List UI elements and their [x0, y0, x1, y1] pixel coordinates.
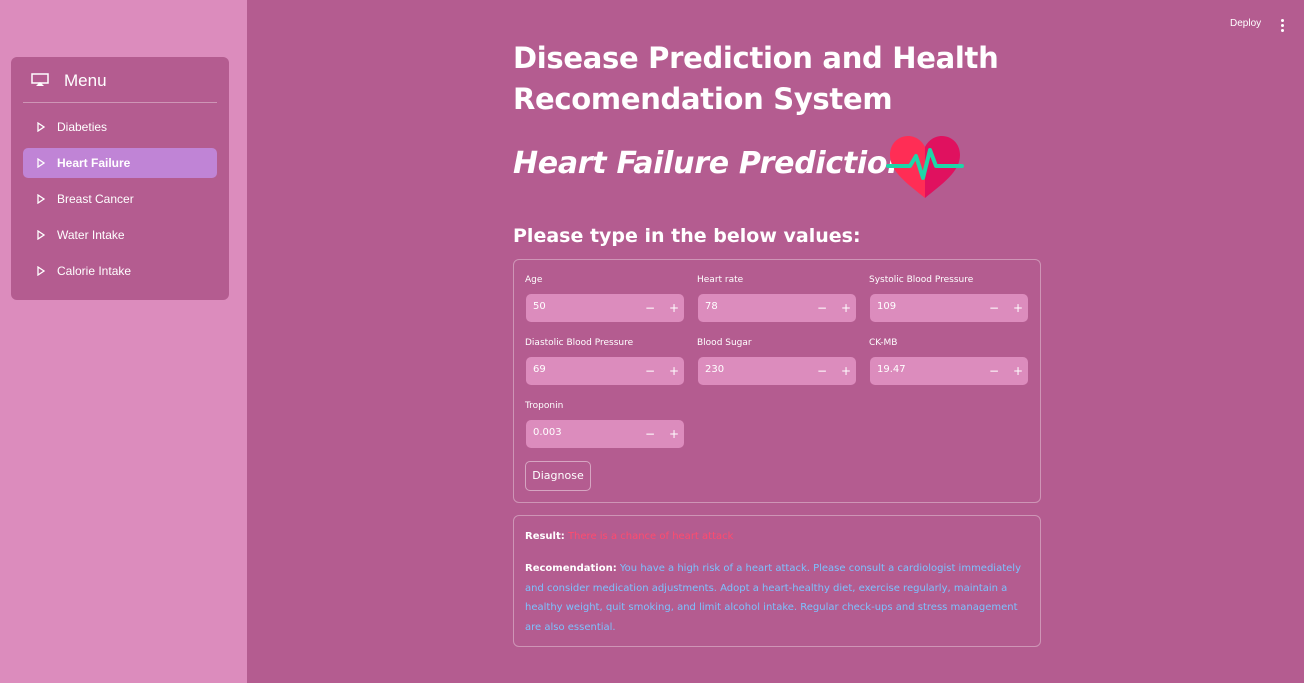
- sidebar-item-heart-failure[interactable]: Heart Failure: [23, 148, 217, 178]
- heart-pulse-icon: [886, 136, 964, 198]
- sidebar-item-label: Water Intake: [57, 228, 125, 242]
- recommendation: Recomendation: You have a high risk of a…: [525, 559, 1035, 637]
- recommendation-label: Recomendation:: [525, 563, 617, 574]
- result-panel: Result: There is a chance of heart attac…: [513, 515, 1041, 647]
- page-subtitle: Heart Failure Prediction: [513, 146, 909, 181]
- sidebar-item-label: Breast Cancer: [57, 192, 134, 206]
- decrement-button[interactable]: −: [643, 300, 657, 316]
- decrement-button[interactable]: −: [643, 363, 657, 379]
- increment-button[interactable]: +: [667, 363, 681, 379]
- diastolic-bp-value[interactable]: 69: [533, 364, 546, 375]
- decrement-button[interactable]: −: [643, 426, 657, 442]
- troponin-value[interactable]: 0.003: [533, 427, 562, 438]
- decrement-button[interactable]: −: [987, 300, 1001, 316]
- sidebar-menu: Menu Diabeties Heart Failure Breast Canc…: [11, 57, 229, 300]
- ck-mb-value[interactable]: 19.47: [877, 364, 906, 375]
- sidebar: Menu Diabeties Heart Failure Breast Canc…: [0, 0, 247, 683]
- sidebar-item-breast-cancer[interactable]: Breast Cancer: [23, 184, 217, 214]
- kebab-menu-icon[interactable]: [1278, 19, 1286, 33]
- ck-mb-label: CK-MB: [869, 338, 898, 348]
- decrement-button[interactable]: −: [815, 363, 829, 379]
- result-line: Result: There is a chance of heart attac…: [525, 531, 733, 542]
- blood-sugar-value[interactable]: 230: [705, 364, 724, 375]
- sidebar-item-water-intake[interactable]: Water Intake: [23, 220, 217, 250]
- triangle-right-icon: [37, 158, 45, 168]
- blood-sugar-input[interactable]: 230 − +: [698, 357, 856, 385]
- systolic-bp-input[interactable]: 109 − +: [870, 294, 1028, 322]
- input-form: Age 50 − + Heart rate 78 − + Systolic Bl…: [513, 259, 1041, 503]
- heart-rate-input[interactable]: 78 − +: [698, 294, 856, 322]
- sidebar-item-diabeties[interactable]: Diabeties: [23, 112, 217, 142]
- age-input[interactable]: 50 − +: [526, 294, 684, 322]
- result-text: There is a chance of heart attack: [567, 531, 734, 542]
- form-prompt: Please type in the below values:: [513, 225, 861, 247]
- deploy-button[interactable]: Deploy: [1230, 18, 1261, 29]
- result-label: Result:: [525, 531, 565, 542]
- systolic-bp-value[interactable]: 109: [877, 301, 896, 312]
- diastolic-bp-input[interactable]: 69 − +: [526, 357, 684, 385]
- sidebar-item-label: Calorie Intake: [57, 264, 132, 278]
- age-label: Age: [525, 275, 543, 285]
- diastolic-bp-label: Diastolic Blood Pressure: [525, 338, 634, 348]
- menu-title: Menu: [64, 71, 107, 90]
- increment-button[interactable]: +: [1011, 300, 1025, 316]
- triangle-right-icon: [37, 266, 45, 276]
- blood-sugar-label: Blood Sugar: [697, 338, 752, 348]
- sidebar-item-label: Heart Failure: [57, 156, 131, 170]
- sidebar-item-label: Diabeties: [57, 120, 108, 134]
- monitor-icon: [31, 73, 49, 86]
- increment-button[interactable]: +: [1011, 363, 1025, 379]
- diagnose-button[interactable]: Diagnose: [525, 461, 591, 491]
- increment-button[interactable]: +: [839, 300, 853, 316]
- decrement-button[interactable]: −: [815, 300, 829, 316]
- increment-button[interactable]: +: [839, 363, 853, 379]
- page-title: Disease Prediction and Health Recomendat…: [513, 41, 999, 116]
- increment-button[interactable]: +: [667, 300, 681, 316]
- triangle-right-icon: [37, 122, 45, 132]
- ck-mb-input[interactable]: 19.47 − +: [870, 357, 1028, 385]
- systolic-bp-label: Systolic Blood Pressure: [869, 275, 974, 285]
- heart-rate-value[interactable]: 78: [705, 301, 718, 312]
- heart-rate-label: Heart rate: [697, 275, 744, 285]
- troponin-label: Troponin: [525, 401, 564, 411]
- triangle-right-icon: [37, 194, 45, 204]
- triangle-right-icon: [37, 230, 45, 240]
- menu-header: Menu: [23, 57, 217, 103]
- troponin-input[interactable]: 0.003 − +: [526, 420, 684, 448]
- decrement-button[interactable]: −: [987, 363, 1001, 379]
- age-value[interactable]: 50: [533, 301, 546, 312]
- increment-button[interactable]: +: [667, 426, 681, 442]
- sidebar-item-calorie-intake[interactable]: Calorie Intake: [23, 256, 217, 286]
